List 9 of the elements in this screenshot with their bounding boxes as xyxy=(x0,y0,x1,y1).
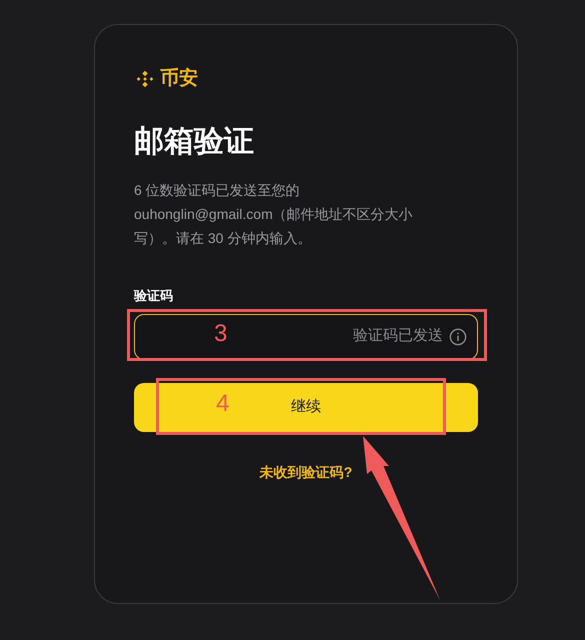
description: 6 位数验证码已发送至您的 ouhonglin@gmail.com（邮件地址不区分大小写）。请在 30 分钟内输入。 xyxy=(134,180,414,248)
annotation-number: 3 xyxy=(214,320,228,348)
status-text: 验证码已发送 xyxy=(353,326,443,346)
annotation-number: 4 xyxy=(216,390,230,418)
brand-name: 币安 xyxy=(160,66,198,91)
page-title: 邮箱验证 xyxy=(134,124,255,160)
field-label: 验证码 xyxy=(134,286,173,304)
info-icon[interactable] xyxy=(449,328,467,346)
resend-link[interactable]: 未收到验证码? xyxy=(260,462,352,482)
